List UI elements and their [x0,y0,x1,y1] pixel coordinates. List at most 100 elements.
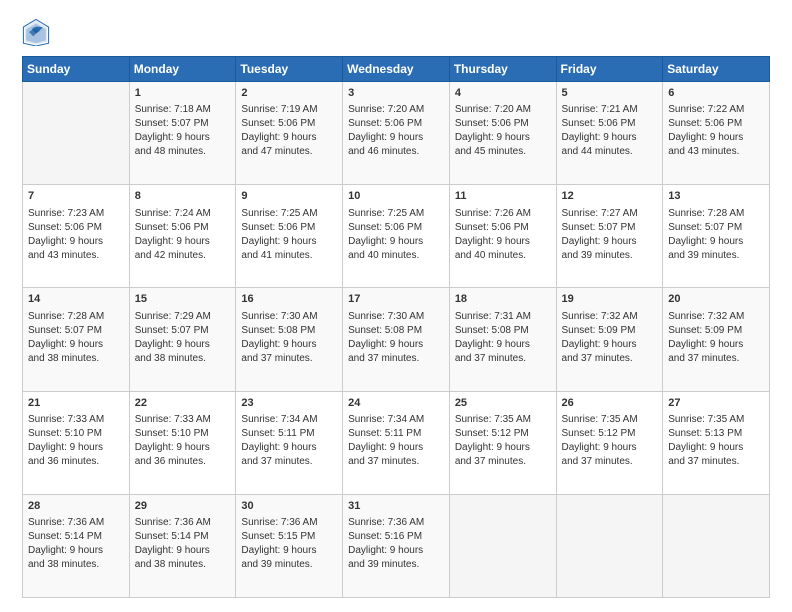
day-cell: 3Sunrise: 7:20 AMSunset: 5:06 PMDaylight… [343,82,450,185]
day-info-line: Sunset: 5:06 PM [455,117,551,131]
day-info-line: Sunrise: 7:27 AM [562,207,658,221]
day-info-line: Sunset: 5:10 PM [28,427,124,441]
day-number: 24 [348,396,444,411]
day-number: 18 [455,292,551,307]
day-info-line: Sunrise: 7:30 AM [241,310,337,324]
day-info-line: and 37 minutes. [668,455,764,469]
day-info-line: Daylight: 9 hours [562,338,658,352]
day-info-line: and 36 minutes. [28,455,124,469]
day-info-line: Sunrise: 7:26 AM [455,207,551,221]
day-info-line: and 41 minutes. [241,249,337,263]
day-info-line: and 37 minutes. [562,352,658,366]
day-info-line: Daylight: 9 hours [562,235,658,249]
day-info-line: and 37 minutes. [455,352,551,366]
day-number: 25 [455,396,551,411]
day-cell: 6Sunrise: 7:22 AMSunset: 5:06 PMDaylight… [663,82,770,185]
day-info-line: and 37 minutes. [562,455,658,469]
day-info-line: Sunset: 5:06 PM [668,117,764,131]
day-number: 21 [28,396,124,411]
day-cell: 27Sunrise: 7:35 AMSunset: 5:13 PMDayligh… [663,391,770,494]
day-info-line: Sunset: 5:09 PM [562,324,658,338]
weekday-monday: Monday [129,57,236,82]
day-info-line: Sunrise: 7:32 AM [562,310,658,324]
day-cell: 19Sunrise: 7:32 AMSunset: 5:09 PMDayligh… [556,288,663,391]
day-info-line: Daylight: 9 hours [348,235,444,249]
weekday-sunday: Sunday [23,57,130,82]
weekday-thursday: Thursday [449,57,556,82]
day-info-line: Sunset: 5:07 PM [135,324,231,338]
day-info-line: Sunrise: 7:19 AM [241,103,337,117]
day-cell: 16Sunrise: 7:30 AMSunset: 5:08 PMDayligh… [236,288,343,391]
day-info-line: Sunset: 5:13 PM [668,427,764,441]
day-cell: 24Sunrise: 7:34 AMSunset: 5:11 PMDayligh… [343,391,450,494]
day-info-line: Sunrise: 7:28 AM [668,207,764,221]
day-info-line: Sunrise: 7:20 AM [455,103,551,117]
day-cell: 15Sunrise: 7:29 AMSunset: 5:07 PMDayligh… [129,288,236,391]
day-info-line: and 37 minutes. [348,455,444,469]
day-cell: 23Sunrise: 7:34 AMSunset: 5:11 PMDayligh… [236,391,343,494]
day-number: 14 [28,292,124,307]
day-info-line: Sunrise: 7:33 AM [135,413,231,427]
day-info-line: Daylight: 9 hours [348,441,444,455]
day-cell: 20Sunrise: 7:32 AMSunset: 5:09 PMDayligh… [663,288,770,391]
day-info-line: Sunrise: 7:36 AM [241,516,337,530]
day-info-line: Daylight: 9 hours [562,441,658,455]
week-row-1: 1Sunrise: 7:18 AMSunset: 5:07 PMDaylight… [23,82,770,185]
day-info-line: Sunset: 5:12 PM [562,427,658,441]
day-number: 26 [562,396,658,411]
day-info-line: Sunset: 5:08 PM [348,324,444,338]
day-number: 4 [455,86,551,101]
day-cell: 25Sunrise: 7:35 AMSunset: 5:12 PMDayligh… [449,391,556,494]
day-info-line: Sunset: 5:08 PM [241,324,337,338]
weekday-wednesday: Wednesday [343,57,450,82]
day-info-line: Daylight: 9 hours [241,131,337,145]
day-info-line: Daylight: 9 hours [455,338,551,352]
week-row-5: 28Sunrise: 7:36 AMSunset: 5:14 PMDayligh… [23,494,770,597]
day-info-line: Sunset: 5:12 PM [455,427,551,441]
day-info-line: and 46 minutes. [348,145,444,159]
day-cell: 2Sunrise: 7:19 AMSunset: 5:06 PMDaylight… [236,82,343,185]
day-info-line: Sunrise: 7:36 AM [135,516,231,530]
day-info-line: Sunrise: 7:24 AM [135,207,231,221]
day-info-line: Sunset: 5:07 PM [28,324,124,338]
day-info-line: Daylight: 9 hours [135,544,231,558]
day-number: 2 [241,86,337,101]
day-info-line: Sunset: 5:11 PM [241,427,337,441]
day-number: 29 [135,499,231,514]
day-cell: 11Sunrise: 7:26 AMSunset: 5:06 PMDayligh… [449,185,556,288]
day-info-line: Daylight: 9 hours [135,131,231,145]
day-info-line: and 36 minutes. [135,455,231,469]
day-info-line: Sunrise: 7:29 AM [135,310,231,324]
day-cell: 12Sunrise: 7:27 AMSunset: 5:07 PMDayligh… [556,185,663,288]
day-cell: 17Sunrise: 7:30 AMSunset: 5:08 PMDayligh… [343,288,450,391]
weekday-saturday: Saturday [663,57,770,82]
week-row-4: 21Sunrise: 7:33 AMSunset: 5:10 PMDayligh… [23,391,770,494]
day-number: 22 [135,396,231,411]
day-info-line: Sunset: 5:07 PM [135,117,231,131]
day-cell: 10Sunrise: 7:25 AMSunset: 5:06 PMDayligh… [343,185,450,288]
day-info-line: and 37 minutes. [241,352,337,366]
day-info-line: Daylight: 9 hours [668,338,764,352]
day-info-line: Daylight: 9 hours [135,441,231,455]
day-info-line: Sunset: 5:06 PM [135,221,231,235]
day-info-line: Daylight: 9 hours [348,338,444,352]
day-number: 12 [562,189,658,204]
day-info-line: Sunset: 5:10 PM [135,427,231,441]
day-info-line: Daylight: 9 hours [348,131,444,145]
day-number: 3 [348,86,444,101]
day-info-line: Daylight: 9 hours [135,338,231,352]
day-info-line: Daylight: 9 hours [135,235,231,249]
day-info-line: Daylight: 9 hours [28,544,124,558]
day-info-line: and 39 minutes. [348,558,444,572]
day-cell: 30Sunrise: 7:36 AMSunset: 5:15 PMDayligh… [236,494,343,597]
logo-icon [22,18,50,46]
day-info-line: Sunrise: 7:21 AM [562,103,658,117]
day-number: 10 [348,189,444,204]
day-info-line: Sunset: 5:09 PM [668,324,764,338]
weekday-tuesday: Tuesday [236,57,343,82]
day-cell: 9Sunrise: 7:25 AMSunset: 5:06 PMDaylight… [236,185,343,288]
day-info-line: and 39 minutes. [668,249,764,263]
day-info-line: and 40 minutes. [455,249,551,263]
day-info-line: Sunrise: 7:28 AM [28,310,124,324]
day-info-line: and 48 minutes. [135,145,231,159]
